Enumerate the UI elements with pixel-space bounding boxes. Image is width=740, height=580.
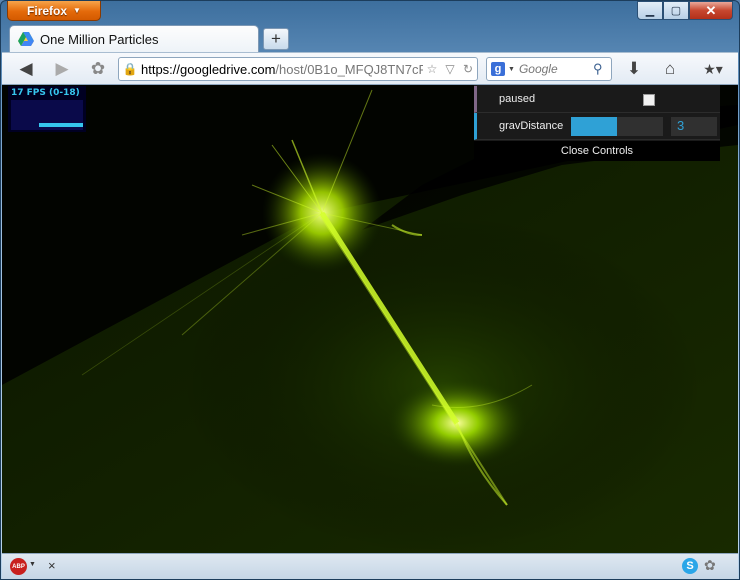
maximize-button[interactable]: ▢ (663, 1, 689, 20)
skype-icon[interactable]: S (682, 558, 698, 574)
page-canvas[interactable]: 17 FPS (0-18) paused gravDistance 3 Clos… (2, 85, 738, 553)
control-paused: paused (474, 86, 720, 113)
google-drive-icon (18, 32, 34, 46)
search-placeholder: Google (518, 62, 558, 76)
close-addon-bar-button[interactable]: × (48, 558, 56, 573)
lock-icon: 🔒 (122, 62, 138, 76)
fps-graph (11, 100, 83, 130)
adblock-caret-icon[interactable]: ▼ (29, 561, 36, 568)
minimize-button[interactable]: ▁ (637, 1, 663, 20)
bookmarks-menu-icon[interactable]: ★▾ (696, 58, 730, 80)
grav-distance-slider-fill (571, 117, 617, 136)
search-engine-caret-icon[interactable]: ▼ (508, 66, 515, 73)
close-controls-button[interactable]: Close Controls (474, 141, 720, 161)
browser-window: Firefox ▼ ▁ ▢ ✕ One Million Particles + … (0, 0, 740, 580)
tab-title: One Million Particles (40, 31, 159, 47)
control-paused-label: paused (499, 93, 536, 105)
reload-icon[interactable]: ↻ (459, 62, 477, 76)
google-search-icon[interactable]: g (491, 62, 505, 76)
bookmark-star-icon[interactable]: ☆ (423, 62, 441, 76)
fps-label: 17 FPS (0-18) (11, 88, 80, 98)
back-arrow-icon[interactable]: ◀ (14, 58, 38, 80)
addon-icon[interactable]: ✿ (86, 58, 110, 80)
magnifier-icon[interactable]: ⚲ (593, 61, 611, 77)
grav-distance-input[interactable]: 3 (671, 117, 717, 136)
extension-icon[interactable]: ✿ (704, 557, 716, 574)
url-host: https://googledrive.com (141, 61, 276, 77)
url-path: /host/0B1o_MFQJ8TN7cFR (275, 61, 423, 77)
fps-graph-bars (39, 123, 83, 127)
window-controls: ▁ ▢ ✕ (637, 1, 733, 21)
close-window-button[interactable]: ✕ (689, 1, 733, 20)
add-on-bar: ABP ▼ × S ✿ (2, 553, 738, 579)
home-icon[interactable]: ⌂ (658, 58, 682, 80)
paused-checkbox[interactable] (643, 94, 655, 106)
control-grav-distance-label: gravDistance (499, 120, 564, 132)
controls-panel: paused gravDistance 3 Close Controls (474, 85, 720, 161)
firefox-menu-button[interactable]: Firefox ▼ (7, 1, 101, 21)
dropdown-icon[interactable]: ▽ (441, 62, 459, 76)
adblock-icon[interactable]: ABP (10, 558, 27, 575)
firefox-menu-caret-icon: ▼ (73, 6, 81, 15)
navigation-toolbar: ◀ ▶ ✿ 🔒 https://googledrive.com/host/0B1… (2, 52, 738, 85)
url-bar[interactable]: 🔒 https://googledrive.com/host/0B1o_MFQJ… (118, 57, 478, 81)
forward-arrow-icon[interactable]: ▶ (50, 58, 74, 80)
url-text[interactable]: https://googledrive.com/host/0B1o_MFQJ8T… (141, 62, 423, 77)
new-tab-button[interactable]: + (263, 28, 289, 50)
tab-strip: One Million Particles + (1, 25, 739, 52)
control-grav-distance: gravDistance 3 (474, 113, 720, 140)
grav-distance-slider[interactable] (571, 117, 663, 136)
title-bar: Firefox ▼ ▁ ▢ ✕ (1, 1, 739, 25)
fps-stats-panel[interactable]: 17 FPS (0-18) (8, 86, 86, 132)
tab-one-million-particles[interactable]: One Million Particles (9, 25, 259, 52)
download-icon[interactable]: ⬇ (622, 58, 646, 80)
search-bar[interactable]: g ▼ Google ⚲ (486, 57, 612, 81)
firefox-menu-label: Firefox (27, 3, 68, 18)
